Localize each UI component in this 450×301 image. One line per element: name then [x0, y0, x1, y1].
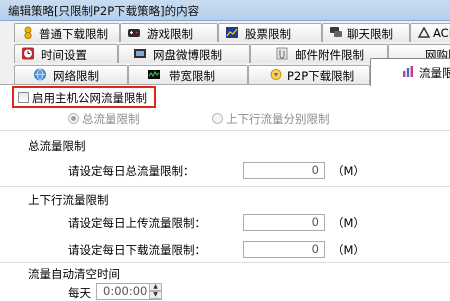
tab-network[interactable]: 网络限制: [14, 65, 128, 84]
window-title: 编辑策略[只限制P2P下载策略]的内容: [8, 4, 200, 18]
enable-public-traffic-limit-label: 启用主机公网流量限制: [32, 91, 147, 105]
tab-game[interactable]: 游戏限制: [120, 23, 218, 42]
game-icon: [128, 29, 140, 37]
section-total-traffic-title: 总流量限制: [28, 139, 86, 153]
p2p-icon: [270, 69, 282, 80]
tab-bandwidth[interactable]: 带宽限制: [128, 65, 248, 84]
bandwidth-icon: [148, 70, 160, 79]
daily-upload-unit: （M）: [332, 216, 365, 230]
tab-label: 流量限: [419, 66, 450, 80]
tab-time-settings[interactable]: 时间设置: [14, 44, 118, 63]
tab-label: 普通下载限制: [39, 27, 108, 41]
chat-icon: [330, 27, 342, 37]
section-autoclear-title: 流量自动清空时间: [28, 267, 120, 281]
tab-label: 网盘微博限制: [153, 48, 222, 62]
tab-normal-download[interactable]: 普通下载限制: [14, 23, 120, 42]
divider: [0, 130, 450, 131]
acl-icon: [417, 26, 431, 38]
daily-download-input[interactable]: 0: [243, 241, 325, 258]
spin-down-icon[interactable]: ▼: [149, 291, 162, 299]
tab-label: 聊天限制: [347, 27, 393, 41]
traffic-icon: [403, 66, 413, 77]
spin-up-icon[interactable]: ▲: [149, 283, 162, 291]
radio-total-limit-label: 总流量限制: [82, 112, 140, 126]
tab-strip: 普通下载限制 游戏限制 股票限制 聊天限制 ACL: [0, 21, 450, 86]
network-icon: [34, 68, 46, 81]
tab-mail-attachment[interactable]: 邮件附件限制: [250, 44, 388, 63]
time-spinner[interactable]: ▲ ▼: [149, 283, 162, 300]
enable-public-traffic-limit-checkbox[interactable]: [18, 92, 29, 103]
daily-total-unit: （M）: [332, 164, 365, 178]
window-titlebar: 编辑策略[只限制P2P下载策略]的内容: [0, 0, 450, 21]
divider: [0, 186, 450, 187]
tab-label: P2P下载限制: [287, 69, 355, 83]
download-gourd-icon: [24, 26, 32, 39]
daily-download-unit: （M）: [332, 243, 365, 257]
every-day-label: 每天: [68, 286, 91, 300]
radio-split-limit[interactable]: [212, 113, 223, 124]
tab-label: 邮件附件限制: [295, 48, 364, 62]
tab-chat[interactable]: 聊天限制: [322, 23, 410, 42]
tab-label: 股票限制: [245, 27, 291, 41]
stock-icon: [226, 27, 238, 38]
daily-upload-input[interactable]: 0: [243, 214, 325, 231]
tab-cloud-weibo[interactable]: 网盘微博限制: [118, 44, 250, 63]
daily-upload-label: 请设定每日上传流量限制：: [68, 216, 206, 230]
radio-split-limit-label: 上下行流量分别限制: [226, 112, 330, 126]
cloud-disk-icon: [134, 49, 146, 58]
tab-stock[interactable]: 股票限制: [218, 23, 322, 42]
tab-label: 时间设置: [41, 48, 87, 62]
section-updown-title: 上下行流量限制: [28, 193, 109, 207]
tab-label: 带宽限制: [169, 69, 215, 83]
radio-total-limit[interactable]: [68, 113, 79, 124]
daily-download-label: 请设定每日下载流量限制：: [68, 243, 206, 257]
tab-acl[interactable]: ACL: [410, 23, 450, 42]
daily-total-input[interactable]: 0: [243, 162, 325, 179]
tab-label: 网络限制: [53, 69, 99, 83]
daily-total-label: 请设定每日总流量限制：: [68, 164, 195, 178]
tab-p2p-download[interactable]: P2P下载限制: [248, 65, 370, 84]
tab-label: ACL: [433, 26, 450, 40]
divider: [0, 262, 450, 263]
mail-attachment-icon: [276, 47, 288, 60]
tab-traffic-limit[interactable]: 流量限: [370, 58, 450, 86]
clock-icon: [22, 47, 34, 60]
tab-label: 游戏限制: [147, 27, 193, 41]
